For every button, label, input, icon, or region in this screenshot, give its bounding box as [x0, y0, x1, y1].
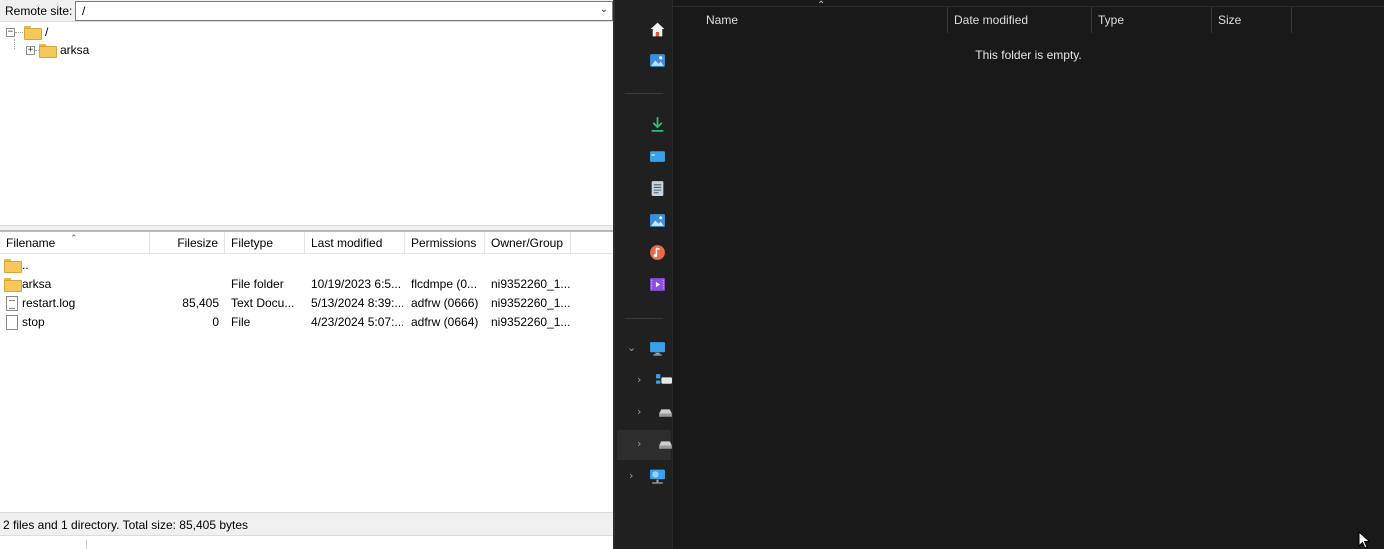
nav-separator: [625, 318, 663, 319]
desktop-icon[interactable]: [649, 148, 666, 165]
navigation-pane: ⌄ › › › ›: [615, 0, 673, 549]
folder-icon: [39, 44, 57, 58]
file-list-header: Filename ⌃ Filesize Filetype Last modifi…: [0, 232, 613, 254]
column-permissions[interactable]: Permissions: [405, 232, 485, 254]
remote-directory-tree: − / + arksa: [0, 22, 613, 225]
tree-item-root[interactable]: − /: [6, 23, 48, 41]
column-filesize[interactable]: Filesize: [150, 232, 225, 254]
documents-icon[interactable]: [649, 180, 666, 197]
this-pc-icon[interactable]: [649, 340, 666, 357]
mouse-cursor-icon: [1358, 531, 1371, 549]
collapse-icon[interactable]: −: [6, 27, 15, 37]
pictures-icon[interactable]: [649, 212, 666, 229]
column-filetype[interactable]: Filetype: [225, 232, 305, 254]
music-icon[interactable]: [649, 244, 666, 261]
empty-folder-message: This folder is empty.: [975, 48, 1082, 62]
drive-icon[interactable]: [657, 436, 674, 453]
remote-site-input[interactable]: / ⌄: [75, 1, 613, 21]
chevron-right-icon[interactable]: ›: [637, 437, 641, 450]
remote-file-list: Filename ⌃ Filesize Filetype Last modifi…: [0, 232, 613, 512]
remote-site-label: Remote site:: [5, 4, 73, 18]
filezilla-remote-pane: Remote site: / ⌄ − / + arksa Filename ⌃ …: [0, 0, 613, 549]
network-icon[interactable]: [649, 468, 666, 485]
column-last-modified[interactable]: Last modified: [305, 232, 405, 254]
sort-ascending-icon: ⌃: [70, 233, 78, 243]
nav-separator: [625, 93, 663, 94]
file-view: ⌃ Name Date modified Type Size This fold…: [673, 0, 1384, 549]
file-explorer-window: ⌄ › › › › ⌃ Name Date modified Type Size…: [613, 0, 1384, 549]
chevron-right-icon[interactable]: ›: [637, 373, 641, 386]
videos-icon[interactable]: [649, 276, 666, 293]
folder-icon: [24, 26, 42, 40]
column-owner-group[interactable]: Owner/Group: [485, 232, 571, 254]
column-size[interactable]: Size: [1212, 7, 1292, 33]
details-header: ⌃ Name Date modified Type Size: [673, 0, 1384, 33]
chevron-down-icon[interactable]: ⌄: [627, 341, 636, 354]
table-row[interactable]: stop 0 File 4/23/2024 5:07:... adfrw (06…: [0, 313, 613, 332]
chevron-right-icon[interactable]: ›: [637, 405, 641, 418]
column-name[interactable]: Name: [700, 7, 948, 33]
table-row[interactable]: restart.log 85,405 Text Docu... 5/13/202…: [0, 294, 613, 313]
column-filename[interactable]: Filename ⌃: [0, 232, 150, 254]
column-date-modified[interactable]: Date modified: [948, 7, 1092, 33]
column-type[interactable]: Type: [1092, 7, 1212, 33]
table-row[interactable]: ..: [0, 256, 613, 275]
table-row[interactable]: arksa File folder 10/19/2023 6:5... flcd…: [0, 275, 613, 294]
chevron-down-icon[interactable]: ⌄: [600, 4, 608, 15]
expand-icon[interactable]: +: [26, 45, 35, 55]
status-text: 2 files and 1 directory. Total size: 85,…: [3, 518, 249, 532]
remote-site-bar: Remote site: / ⌄: [0, 0, 613, 22]
downloads-icon[interactable]: [649, 116, 666, 133]
status-bar: 2 files and 1 directory. Total size: 85,…: [0, 512, 613, 536]
tree-item-label: arksa: [60, 43, 90, 57]
divider: [86, 540, 87, 549]
gallery-icon[interactable]: [649, 52, 666, 69]
tree-item-label: /: [45, 25, 49, 39]
network-drive-icon[interactable]: [655, 372, 672, 389]
tree-item-arksa[interactable]: + arksa: [26, 41, 89, 59]
bottom-strip: [0, 536, 613, 549]
chevron-right-icon[interactable]: ›: [629, 469, 633, 482]
remote-site-path: /: [82, 4, 86, 18]
text-file-icon: [6, 296, 18, 311]
folder-icon: [4, 259, 22, 273]
folder-icon: [4, 278, 22, 292]
drive-icon[interactable]: [657, 404, 674, 421]
pane-splitter[interactable]: [0, 225, 613, 232]
file-icon: [6, 315, 18, 330]
home-icon[interactable]: [649, 21, 666, 38]
